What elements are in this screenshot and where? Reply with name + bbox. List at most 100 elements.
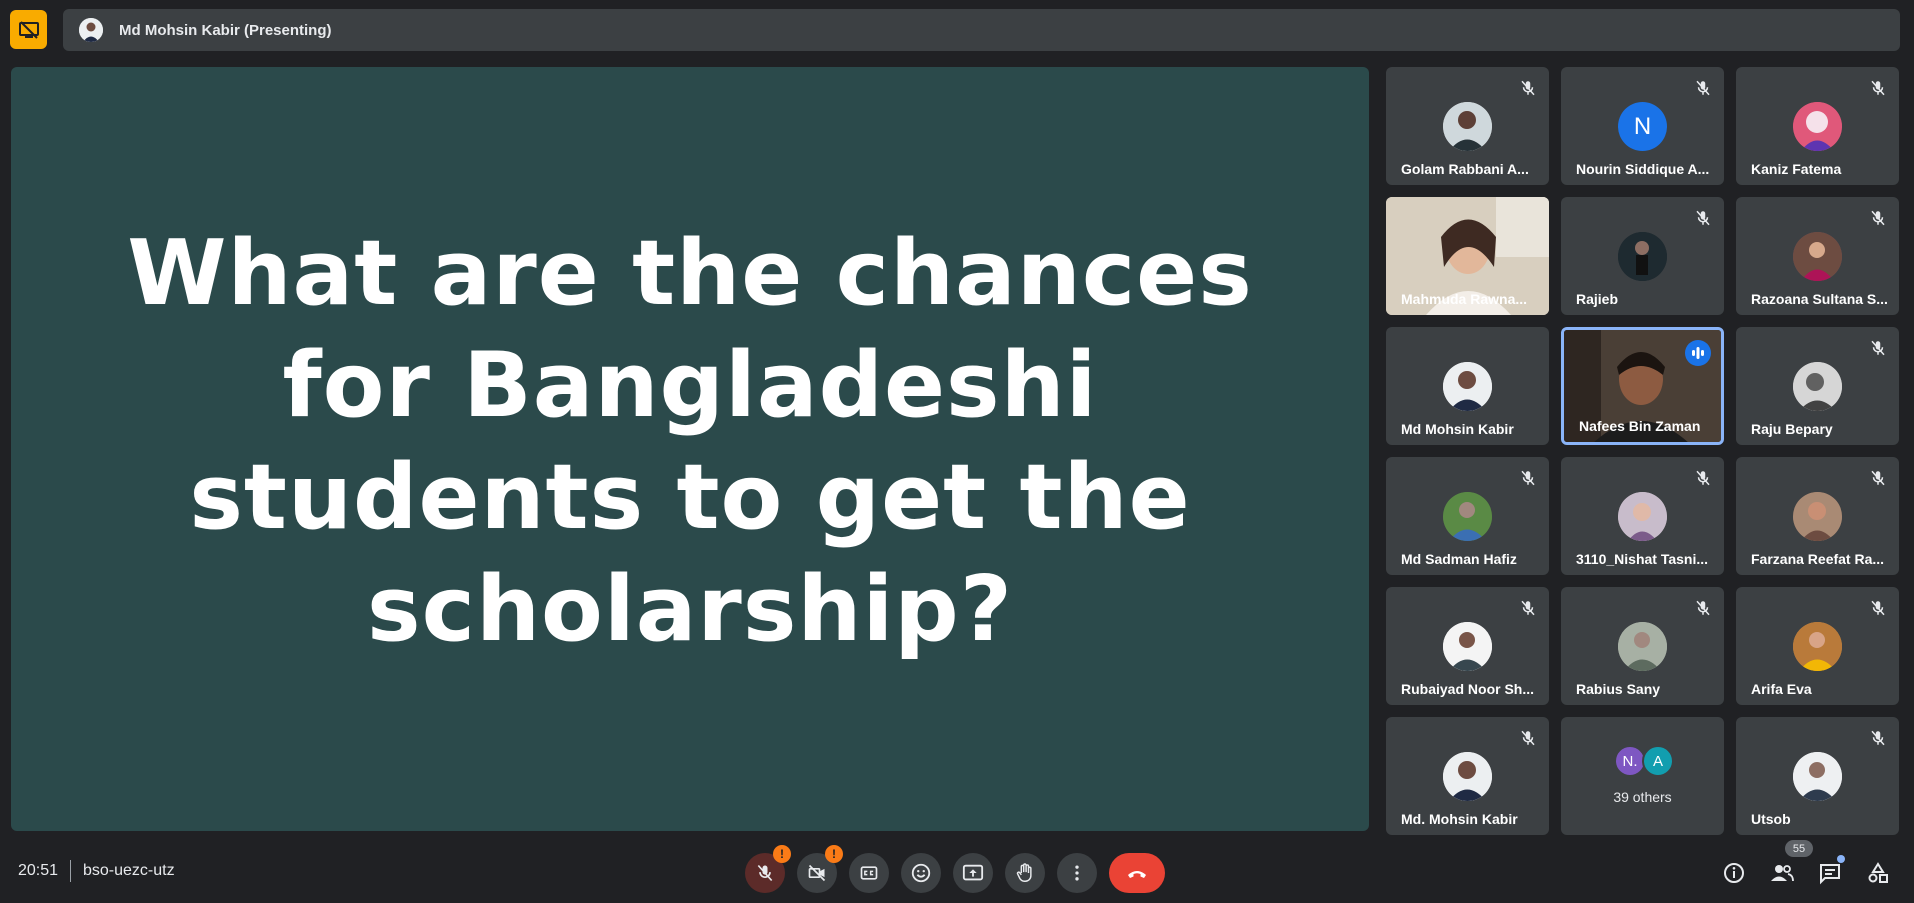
camera-off-icon	[808, 864, 826, 882]
avatar	[1618, 622, 1667, 671]
top-bar: Md Mohsin Kabir (Presenting)	[0, 0, 1914, 60]
present-icon	[962, 864, 984, 881]
participant-name: Md Sadman Hafiz	[1401, 551, 1517, 567]
mic-off-icon	[1521, 80, 1535, 96]
participant-tile[interactable]: Razoana Sultana S...	[1736, 197, 1899, 315]
avatar	[1443, 492, 1492, 541]
mic-off-icon	[1696, 210, 1710, 226]
avatar: N	[1618, 102, 1667, 151]
participant-grid: Golam Rabbani A... N Nourin Siddique A..…	[1386, 67, 1899, 835]
warning-badge: !	[773, 845, 791, 863]
avatar	[1618, 232, 1667, 281]
participant-name: Farzana Reefat Ra...	[1751, 551, 1885, 567]
avatar	[1793, 362, 1842, 411]
captions-icon	[860, 866, 878, 880]
avatar	[1793, 492, 1842, 541]
camera-button[interactable]: !	[797, 845, 843, 893]
participant-tile[interactable]: Md Mohsin Kabir	[1386, 327, 1549, 445]
participant-tile[interactable]: Rabius Sany	[1561, 587, 1724, 705]
activities-icon	[1868, 862, 1888, 883]
captions-button[interactable]	[849, 853, 889, 893]
participant-name: Rajieb	[1576, 291, 1619, 307]
avatar	[1443, 362, 1492, 411]
participant-tile[interactable]: Rubaiyad Noor Sh...	[1386, 587, 1549, 705]
participant-tile[interactable]: 3110_Nishat Tasni...	[1561, 457, 1724, 575]
avatar	[1443, 622, 1492, 671]
participant-name: Razoana Sultana S...	[1751, 291, 1888, 307]
mic-off-icon	[1871, 210, 1885, 226]
participant-name: Golam Rabbani A...	[1401, 161, 1529, 177]
info-icon	[1724, 863, 1744, 883]
mic-off-icon	[1696, 470, 1710, 486]
participant-name: Nourin Siddique A...	[1576, 161, 1710, 177]
avatar	[1793, 232, 1842, 281]
participant-name: Md Mohsin Kabir	[1401, 421, 1514, 437]
more-icon	[1075, 865, 1079, 881]
avatar	[1793, 622, 1842, 671]
participant-tile[interactable]: N Nourin Siddique A...	[1561, 67, 1724, 185]
mic-off-icon	[1871, 340, 1885, 356]
avatar	[1443, 752, 1492, 801]
presenter-bar[interactable]: Md Mohsin Kabir (Presenting)	[63, 9, 1900, 51]
chat-icon	[1820, 864, 1840, 885]
others-avatars: N. A	[1614, 745, 1674, 777]
mic-off-icon	[1871, 600, 1885, 616]
meeting-code: bso-uezc-utz	[83, 862, 175, 879]
chat-button[interactable]	[1817, 860, 1843, 886]
mic-off-icon	[1521, 470, 1535, 486]
present-button[interactable]	[953, 853, 993, 893]
leave-call-icon	[1128, 871, 1146, 878]
presenter-avatar	[79, 18, 103, 42]
microphone-button[interactable]: !	[745, 845, 791, 893]
clock: 20:51	[18, 862, 59, 879]
participant-name: 3110_Nishat Tasni...	[1576, 551, 1709, 567]
presentation-slide: What are the chances for Bangladeshi stu…	[11, 67, 1369, 831]
mic-off-icon	[1696, 80, 1710, 96]
mic-off-icon	[1871, 80, 1885, 96]
mic-off-icon	[1696, 600, 1710, 616]
participant-tile[interactable]: Md. Mohsin Kabir	[1386, 717, 1549, 835]
emoji-icon	[911, 863, 931, 883]
more-options-button[interactable]	[1057, 853, 1097, 893]
mic-off-icon	[1871, 730, 1885, 746]
participant-tile[interactable]: Arifa Eva	[1736, 587, 1899, 705]
others-tile[interactable]: N. A 39 others	[1561, 717, 1724, 835]
mic-off-icon	[1521, 600, 1535, 616]
hand-icon	[1016, 863, 1032, 882]
participant-name: Rubaiyad Noor Sh...	[1401, 681, 1535, 697]
avatar	[1618, 492, 1667, 541]
participant-name: Raju Bepary	[1751, 421, 1833, 437]
speaking-indicator-icon	[1685, 340, 1711, 366]
participant-name: Mahmuda Rawna...	[1401, 291, 1528, 307]
participant-tile[interactable]: Md Sadman Hafiz	[1386, 457, 1549, 575]
avatar	[1443, 102, 1492, 151]
participant-name: Nafees Bin Zaman	[1579, 418, 1701, 434]
participant-tile[interactable]: Utsob	[1736, 717, 1899, 835]
avatar	[1793, 752, 1842, 801]
avatar	[1793, 102, 1842, 151]
participant-tile[interactable]: Farzana Reefat Ra...	[1736, 457, 1899, 575]
raise-hand-button[interactable]	[1005, 853, 1045, 893]
slide-text: What are the chances for Bangladeshi stu…	[127, 220, 1253, 662]
mic-off-icon	[1871, 470, 1885, 486]
warning-badge: !	[825, 845, 843, 863]
participant-name: Utsob	[1751, 811, 1791, 827]
participant-tile-video[interactable]: Mahmuda Rawna...	[1386, 197, 1549, 315]
participant-count-badge: 55	[1785, 840, 1813, 857]
participant-tile-speaking[interactable]: Nafees Bin Zaman	[1561, 327, 1724, 445]
participant-tile[interactable]: Raju Bepary	[1736, 327, 1899, 445]
participant-tile[interactable]: Kaniz Fatema	[1736, 67, 1899, 185]
leave-call-button[interactable]	[1109, 853, 1165, 893]
reactions-button[interactable]	[901, 853, 941, 893]
stop-presenting-icon[interactable]	[10, 10, 47, 49]
people-button[interactable]	[1769, 860, 1795, 886]
divider	[70, 860, 71, 882]
participant-name: Arifa Eva	[1751, 681, 1812, 697]
meeting-info-button[interactable]	[1721, 860, 1747, 886]
participant-tile[interactable]: Golam Rabbani A...	[1386, 67, 1549, 185]
participant-name: Rabius Sany	[1576, 681, 1661, 697]
chat-notification-dot	[1837, 855, 1845, 863]
participant-name: Md. Mohsin Kabir	[1401, 811, 1518, 827]
activities-button[interactable]	[1865, 860, 1891, 886]
participant-tile[interactable]: Rajieb	[1561, 197, 1724, 315]
